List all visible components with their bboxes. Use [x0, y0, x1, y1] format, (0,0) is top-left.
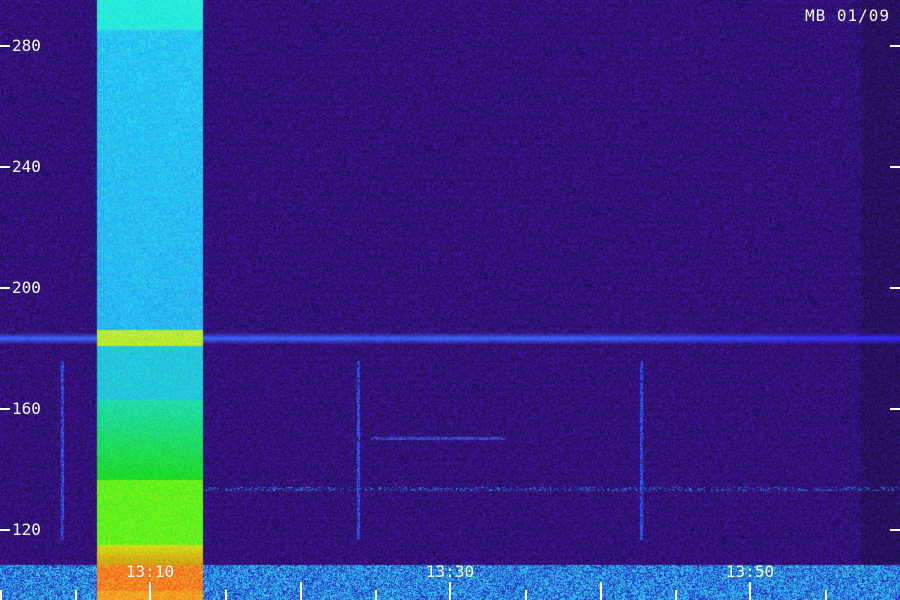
y-tick-left-200 [0, 287, 10, 289]
y-tick-right-240 [890, 166, 900, 168]
x-tick [225, 590, 227, 600]
x-tick-major [449, 582, 451, 600]
x-tick-major [749, 582, 751, 600]
y-tick-left-280 [0, 45, 10, 47]
x-tick [75, 590, 77, 600]
y-tick-left-120 [0, 529, 10, 531]
y-tick-label-240: 240 [12, 157, 41, 176]
y-tick-right-280 [890, 45, 900, 47]
y-tick-label-280: 280 [12, 36, 41, 55]
station-date-label: MB 01/09 [804, 6, 890, 25]
x-tick [825, 590, 827, 600]
x-tick [375, 590, 377, 600]
y-tick-label-160: 160 [12, 399, 41, 418]
y-tick-left-160 [0, 408, 10, 410]
x-time-label-1350: 13:50 [725, 562, 775, 581]
x-tick [0, 590, 2, 600]
x-time-label-1330: 13:30 [425, 562, 475, 581]
y-tick-label-120: 120 [12, 520, 41, 539]
y-tick-right-160 [890, 408, 900, 410]
spectrogram-image [0, 0, 900, 600]
y-tick-right-120 [890, 529, 900, 531]
x-time-label-1310: 13:10 [125, 562, 175, 581]
spectrogram-view: MB 01/09 280 240 200 160 120 13:10 13:30… [0, 0, 900, 600]
x-tick [675, 590, 677, 600]
y-tick-right-200 [890, 287, 900, 289]
x-tick [600, 582, 602, 600]
x-tick [300, 582, 302, 600]
x-tick [525, 590, 527, 600]
y-tick-label-200: 200 [12, 278, 41, 297]
y-tick-left-240 [0, 166, 10, 168]
x-tick-major [149, 582, 151, 600]
